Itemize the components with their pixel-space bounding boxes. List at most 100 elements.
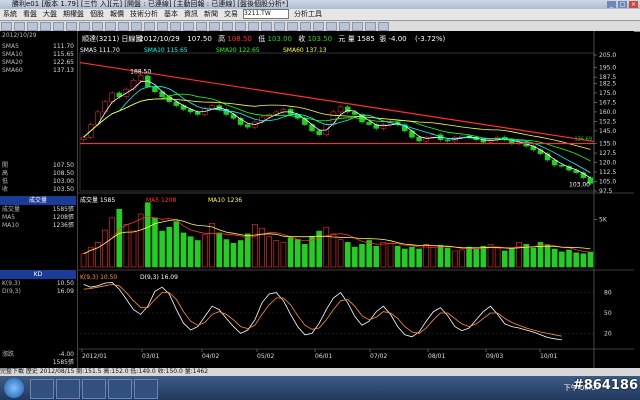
header-text: 低 [258,34,265,43]
window-controls: _ □ × [607,1,638,8]
panel-row: SMA10 115.65 [2,51,74,59]
toolbar-button-icon[interactable] [183,22,194,31]
menu-item[interactable]: 交易 [221,9,241,20]
volume-bar [294,239,301,268]
toolbar-button-icon[interactable] [274,22,285,31]
toolbar-button-icon[interactable] [196,22,207,31]
toolbar-button-icon[interactable] [235,22,246,31]
panel-row: 高 108.50 [2,170,74,178]
menu-item[interactable]: 大盤 [40,9,60,20]
toolbar-button-icon[interactable] [326,22,337,31]
toolbar-button-icon[interactable] [365,22,376,31]
toolbar-button-icon[interactable] [300,22,311,31]
y-tick-label: 145.0 [599,128,616,135]
menu-item[interactable]: 期權盤 [60,9,87,20]
y-tick-label: 97.5 [599,188,613,195]
price-panel-frame [79,52,595,192]
header-text: 順達(3211) [82,34,120,43]
panel-label: SMA60 [2,67,23,74]
window-titlebar: 勝利e01 [版本 1.79] [三竹 入][元] [開盤 : 已連線] [主動… [0,0,640,9]
taskbar-app-icon[interactable] [56,379,80,399]
volume-bar [559,251,565,268]
toolbar-button-icon[interactable] [222,22,233,31]
toolbar-button-icon[interactable] [209,22,220,31]
panel-value: 1585張 [52,206,74,213]
toolbar-button-icon[interactable] [378,22,389,31]
menu-item[interactable]: 新聞 [201,9,221,20]
panel-label: MA10 [2,222,19,229]
toolbar-button-icon[interactable] [352,22,363,31]
volume-bar [80,253,87,268]
toolbar-button-icon[interactable] [40,22,51,31]
panel-label: D(9,3) [2,288,21,295]
candle-body [380,124,387,129]
volume-bar [459,249,465,268]
menu-item[interactable]: 資訊 [181,9,201,20]
toolbar-button-icon[interactable] [1,22,12,31]
start-button-icon[interactable] [4,378,24,398]
toolbar-button-icon[interactable] [105,22,116,31]
taskbar-app-icon[interactable] [108,379,132,399]
x-tick-label: 08/01 [428,353,445,360]
menu-item[interactable]: 個股 [87,9,107,20]
volume-bar [337,239,344,268]
header-text: 量 [348,35,355,43]
header-text: 103.50 [308,35,333,43]
menu-item[interactable]: 技術分析 [127,9,161,20]
menu-item[interactable]: 報價 [107,9,127,20]
volume-bar [473,248,480,268]
maximize-icon[interactable]: □ [618,1,627,8]
toolbar-button-icon[interactable] [27,22,38,31]
toolbar-button-icon[interactable] [92,22,103,31]
panel-row: 低 103.00 [2,178,74,186]
volume-bar [273,240,280,268]
volume-bar [359,243,365,268]
close-icon[interactable]: × [629,1,638,8]
candle-body [416,136,422,142]
candle-body [137,75,144,81]
panel-value: 122.65 [53,59,74,66]
taskbar-app-icon[interactable] [134,379,158,399]
volume-bar [394,245,401,268]
peak-annotation: 188.50 [130,68,151,75]
y-tick-label: 205.0 [599,52,616,59]
taskbar-app-icon[interactable] [30,379,54,399]
panel-label: MA5 [2,214,16,221]
panel-row: 收 103.50 [2,186,74,194]
toolbar-button-icon[interactable] [170,22,181,31]
toolbar-button-icon[interactable] [118,22,129,31]
volume-bar [344,242,351,268]
toolbar-button-icon[interactable] [339,22,350,31]
volume-bar [166,226,173,268]
toolbar-button-icon[interactable] [79,22,90,31]
toolbar-button-icon[interactable] [66,22,77,31]
volume-panel-header[interactable]: 成交量 [0,196,76,205]
analysis-tools-menu[interactable]: 分析工具 [291,9,325,20]
toolbar-button-icon[interactable] [131,22,142,31]
minimize-icon[interactable]: _ [607,1,616,8]
volume-bar [430,246,437,268]
candle-body [316,130,322,135]
kd-panel-header[interactable]: KD [0,270,76,279]
volume-bar [580,253,587,268]
toolbar-button-icon[interactable] [144,22,155,31]
menu-item[interactable]: 基本 [161,9,181,20]
symbol-input[interactable]: 3211.TW [243,9,289,19]
toolbar-button-icon[interactable] [53,22,64,31]
panel-label: 低 [2,178,9,185]
panel-value: 1585張 [52,359,74,366]
chart-svg[interactable]: 順達(3211) 日線圖2012/10/29 107.50 高 108.50 低 103.0… [78,31,634,368]
toolbar-button-icon[interactable] [261,22,272,31]
toolbar-button-icon[interactable] [14,22,25,31]
toolbar-button-icon[interactable] [157,22,168,31]
menu-item[interactable]: 看盤 [20,9,40,20]
y-tick-label: 120.0 [599,160,616,167]
panel-label: 成交量 [2,206,21,213]
taskbar-app-icon[interactable] [82,379,106,399]
toolbar-button-icon[interactable] [313,22,324,31]
toolbar-button-icon[interactable] [248,22,259,31]
toolbar-button-icon[interactable] [287,22,298,31]
header-text: 元 [338,35,345,43]
chart-area[interactable]: 順達(3211) 日線圖 2012/10/29 107.50 高 108.50 低 103.0… [78,31,634,368]
menu-item[interactable]: 系統 [0,9,20,20]
